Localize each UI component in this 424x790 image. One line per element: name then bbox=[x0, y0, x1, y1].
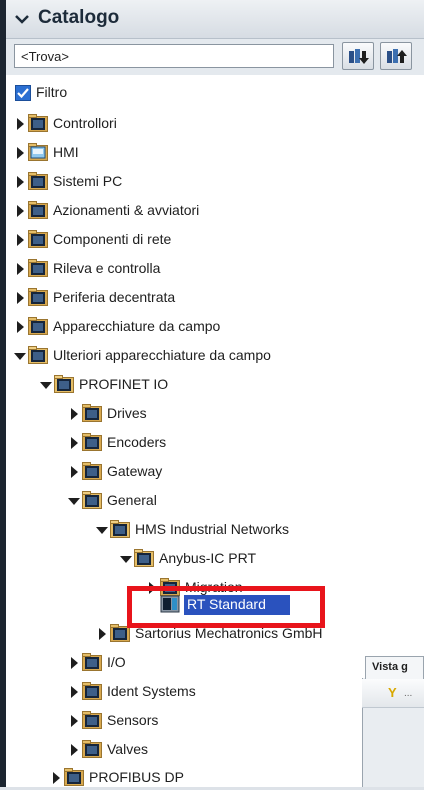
folder-icon bbox=[28, 172, 48, 190]
expand-arrow-icon[interactable] bbox=[68, 465, 80, 479]
expand-arrow-icon[interactable] bbox=[14, 146, 26, 160]
tree-item-label: Componenti di rete bbox=[53, 231, 172, 247]
search-down-button[interactable] bbox=[342, 42, 374, 70]
folder-open-icon bbox=[28, 346, 48, 364]
search-down-icon bbox=[349, 49, 369, 64]
expand-arrow-icon[interactable] bbox=[68, 656, 80, 670]
folder-icon bbox=[82, 433, 102, 451]
filter-label: Filtro bbox=[36, 84, 68, 100]
collapse-arrow-icon[interactable] bbox=[14, 349, 26, 363]
folder-icon bbox=[28, 114, 48, 132]
expand-arrow-icon[interactable] bbox=[14, 117, 26, 131]
search-input[interactable] bbox=[14, 44, 334, 68]
folder-icon bbox=[82, 462, 102, 480]
tree-item-label: Drives bbox=[107, 405, 147, 421]
expand-arrow-icon[interactable] bbox=[14, 175, 26, 189]
tree-item-label: HMI bbox=[53, 144, 79, 160]
tree-item-label: Sensors bbox=[107, 712, 159, 728]
folder-icon bbox=[28, 259, 48, 277]
folder-icon bbox=[82, 711, 102, 729]
expand-arrow-icon[interactable] bbox=[14, 291, 26, 305]
folder-open-icon bbox=[134, 549, 154, 567]
tree-item-label: Controllori bbox=[53, 115, 117, 131]
expand-arrow-icon[interactable] bbox=[14, 320, 26, 334]
catalog-panel: Catalogo Filtro bbox=[6, 0, 424, 787]
collapse-arrow-icon[interactable] bbox=[96, 523, 108, 537]
tree-item-label: PROFINET IO bbox=[79, 376, 169, 392]
folder-icon bbox=[82, 740, 102, 758]
tree-item-label: Apparecchiature da campo bbox=[53, 318, 221, 334]
tree-item-label: Ulteriori apparecchiature da campo bbox=[53, 347, 271, 363]
folder-icon bbox=[28, 288, 48, 306]
folder-open-icon bbox=[54, 375, 74, 393]
folder-icon bbox=[28, 201, 48, 219]
tree-item-label: HMS Industrial Networks bbox=[135, 521, 290, 537]
expand-arrow-icon[interactable] bbox=[68, 743, 80, 757]
tree-item-label: Azionamenti & avviatori bbox=[53, 202, 200, 218]
chevron-down-icon[interactable] bbox=[14, 11, 30, 27]
tree-item-label: Anybus-IC PRT bbox=[159, 550, 256, 566]
expand-arrow-icon[interactable] bbox=[14, 233, 26, 247]
expand-arrow-icon[interactable] bbox=[14, 262, 26, 276]
filter-row: Filtro bbox=[6, 80, 424, 106]
tree-item-label: Periferia decentrata bbox=[53, 289, 176, 305]
tree-item-label: Ident Systems bbox=[107, 683, 196, 699]
catalog-title: Catalogo bbox=[38, 7, 120, 28]
collapse-arrow-icon[interactable] bbox=[68, 494, 80, 508]
search-up-icon bbox=[387, 49, 407, 63]
hmi-folder-icon bbox=[28, 143, 48, 161]
tree-item-label: Rileva e controlla bbox=[53, 260, 161, 276]
tree-item-label: Valves bbox=[107, 741, 148, 757]
expand-arrow-icon[interactable] bbox=[68, 407, 80, 421]
folder-icon bbox=[64, 768, 84, 786]
filter-icon[interactable]: Y bbox=[388, 685, 397, 700]
folder-icon bbox=[28, 317, 48, 335]
tree-item-label: Gateway bbox=[107, 463, 163, 479]
folder-icon bbox=[82, 682, 102, 700]
expand-arrow-icon[interactable] bbox=[68, 685, 80, 699]
expand-arrow-icon[interactable] bbox=[68, 436, 80, 450]
folder-icon bbox=[28, 230, 48, 248]
search-toolbar bbox=[6, 39, 424, 75]
checkbox-icon bbox=[17, 88, 29, 99]
search-up-button[interactable] bbox=[380, 42, 412, 70]
tree-item-label: Encoders bbox=[107, 434, 167, 450]
tree-item-label: Sistemi PC bbox=[53, 173, 123, 189]
expand-arrow-icon[interactable] bbox=[14, 204, 26, 218]
vista-toolbar-text: ... bbox=[404, 688, 413, 699]
tree-item-label: I/O bbox=[107, 654, 126, 670]
tree-item-label: General bbox=[107, 492, 157, 508]
folder-icon bbox=[82, 653, 102, 671]
vista-tab[interactable]: Vista g bbox=[365, 656, 424, 679]
catalog-header[interactable]: Catalogo bbox=[6, 0, 424, 39]
folder-open-icon bbox=[110, 520, 130, 538]
expand-arrow-icon[interactable] bbox=[50, 771, 62, 785]
folder-open-icon bbox=[82, 491, 102, 509]
tree-item-label: PROFIBUS DP bbox=[89, 769, 184, 785]
expand-arrow-icon[interactable] bbox=[68, 714, 80, 728]
filter-checkbox[interactable] bbox=[15, 85, 31, 101]
collapse-arrow-icon[interactable] bbox=[40, 378, 52, 392]
highlight-annotation-box bbox=[127, 586, 325, 628]
folder-icon bbox=[82, 404, 102, 422]
expand-arrow-icon[interactable] bbox=[96, 627, 108, 641]
collapse-arrow-icon[interactable] bbox=[120, 552, 132, 566]
